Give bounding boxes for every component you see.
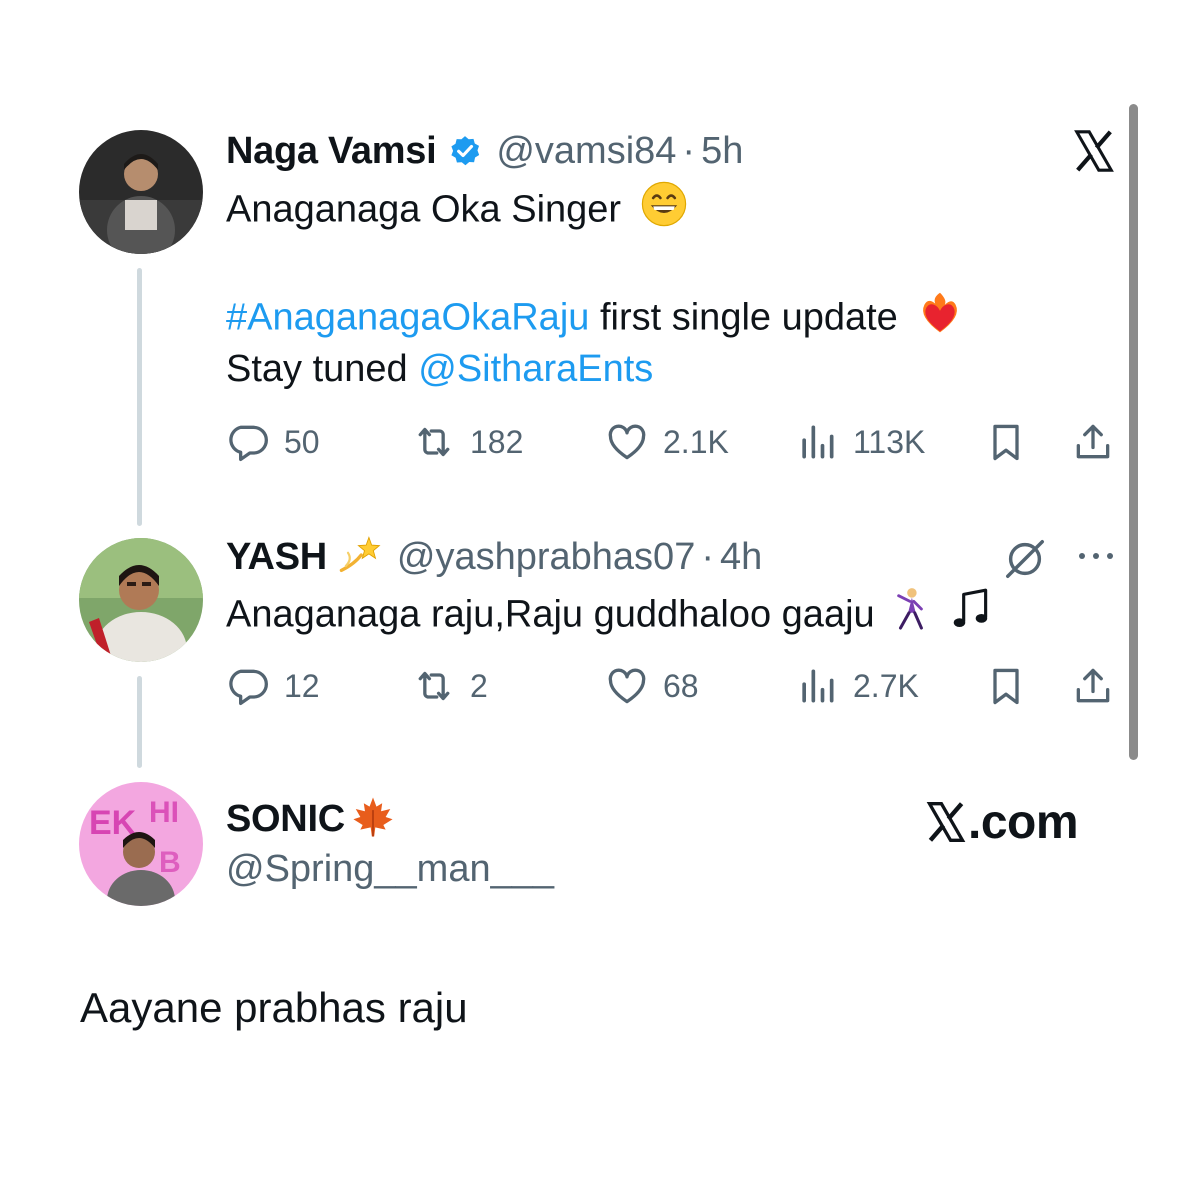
- handle[interactable]: @Spring__man___: [226, 848, 554, 891]
- retweet-count: 182: [470, 423, 524, 460]
- thread-line: [137, 268, 142, 526]
- handle[interactable]: @vamsi84: [496, 130, 676, 173]
- dizzy-icon: [333, 533, 385, 582]
- timestamp[interactable]: 4h: [720, 536, 762, 579]
- like-count: 2.1K: [663, 423, 729, 460]
- analytics-icon: [802, 669, 834, 703]
- retweet-count: 2: [470, 667, 488, 704]
- like-button[interactable]: 2.1K: [605, 420, 729, 464]
- thread-line: [137, 676, 142, 768]
- avatar[interactable]: EK HI B: [79, 782, 203, 906]
- heart-icon: [608, 668, 646, 704]
- heart-icon: [608, 424, 646, 460]
- separator: ·: [701, 535, 714, 578]
- x-com-brand: .com: [924, 792, 1079, 852]
- views-button[interactable]: 2.7K: [795, 664, 919, 708]
- share-icon: [1076, 668, 1110, 703]
- hashtag-link[interactable]: #AnaganagaOkaRaju: [226, 297, 589, 339]
- reply-text: Aayane prabhas raju: [80, 984, 468, 1031]
- maple-leaf-icon: [349, 794, 397, 845]
- bookmark-button[interactable]: [984, 664, 1042, 708]
- mention-link[interactable]: @SitharaEnts: [418, 348, 653, 390]
- tweet-header: YASH @yashprabhas07 · 4h: [226, 534, 762, 580]
- reply-count: 12: [284, 667, 320, 704]
- verified-badge-icon: [448, 134, 482, 168]
- retweet-icon: [418, 427, 450, 457]
- bookmark-button[interactable]: [984, 420, 1042, 464]
- reply-header: SONIC: [226, 796, 397, 842]
- like-button[interactable]: 68: [605, 664, 699, 708]
- avatar[interactable]: [79, 130, 203, 254]
- tweet-text: Anaganaga Oka Singer: [226, 188, 622, 231]
- tweet-text: first single update: [599, 296, 898, 339]
- retweet-icon: [418, 671, 450, 701]
- grinning-face-icon: [640, 180, 688, 243]
- tweet-text-line: Stay tuned @SitharaEnts: [226, 342, 653, 396]
- reply-button[interactable]: 12: [226, 664, 320, 708]
- avatar[interactable]: [79, 538, 203, 662]
- display-name[interactable]: YASH: [226, 536, 327, 579]
- svg-text:B: B: [159, 846, 181, 879]
- bookmark-icon: [993, 424, 1019, 461]
- separator: ·: [682, 129, 696, 172]
- share-button[interactable]: [1071, 420, 1129, 464]
- timestamp[interactable]: 5h: [701, 130, 743, 173]
- reply-handle-line: @Spring__man___: [226, 846, 554, 892]
- share-button[interactable]: [1071, 664, 1129, 708]
- reply-button[interactable]: 50: [226, 420, 320, 464]
- reply-icon: [229, 425, 268, 462]
- reply-count: 50: [284, 423, 320, 460]
- x-logo-icon: [924, 799, 968, 845]
- bookmark-icon: [993, 668, 1019, 705]
- tweet-text-line: Anaganaga raju,Raju guddhaloo gaaju: [226, 586, 992, 647]
- analytics-icon: [802, 425, 834, 459]
- x-logo-icon[interactable]: [1070, 128, 1118, 174]
- tweet-header: Naga Vamsi @vamsi84 · 5h: [226, 128, 743, 174]
- retweet-button[interactable]: 182: [412, 420, 523, 464]
- tweet-text: Stay tuned: [226, 348, 408, 390]
- views-count: 113K: [853, 423, 926, 460]
- brand-domain: .com: [968, 795, 1079, 849]
- grok-icon[interactable]: [1002, 536, 1048, 582]
- tweet-text: Anaganaga raju,Raju guddhaloo gaaju: [226, 593, 875, 636]
- reply-icon: [229, 669, 268, 706]
- dancer-icon: [891, 586, 929, 647]
- share-icon: [1076, 424, 1110, 459]
- tweet-text-line: Anaganaga Oka Singer: [226, 180, 688, 243]
- display-name[interactable]: SONIC: [226, 798, 345, 841]
- svg-text:HI: HI: [149, 796, 179, 829]
- music-notes-icon: [950, 586, 992, 647]
- display-name[interactable]: Naga Vamsi: [226, 130, 437, 173]
- heart-on-fire-icon: [916, 288, 964, 351]
- more-options-icon[interactable]: [1074, 544, 1118, 568]
- views-count: 2.7K: [853, 667, 919, 704]
- views-button[interactable]: 113K: [795, 420, 925, 464]
- scrollbar[interactable]: [1129, 104, 1138, 760]
- like-count: 68: [663, 667, 699, 704]
- handle[interactable]: @yashprabhas07: [397, 536, 695, 579]
- retweet-button[interactable]: 2: [412, 664, 488, 708]
